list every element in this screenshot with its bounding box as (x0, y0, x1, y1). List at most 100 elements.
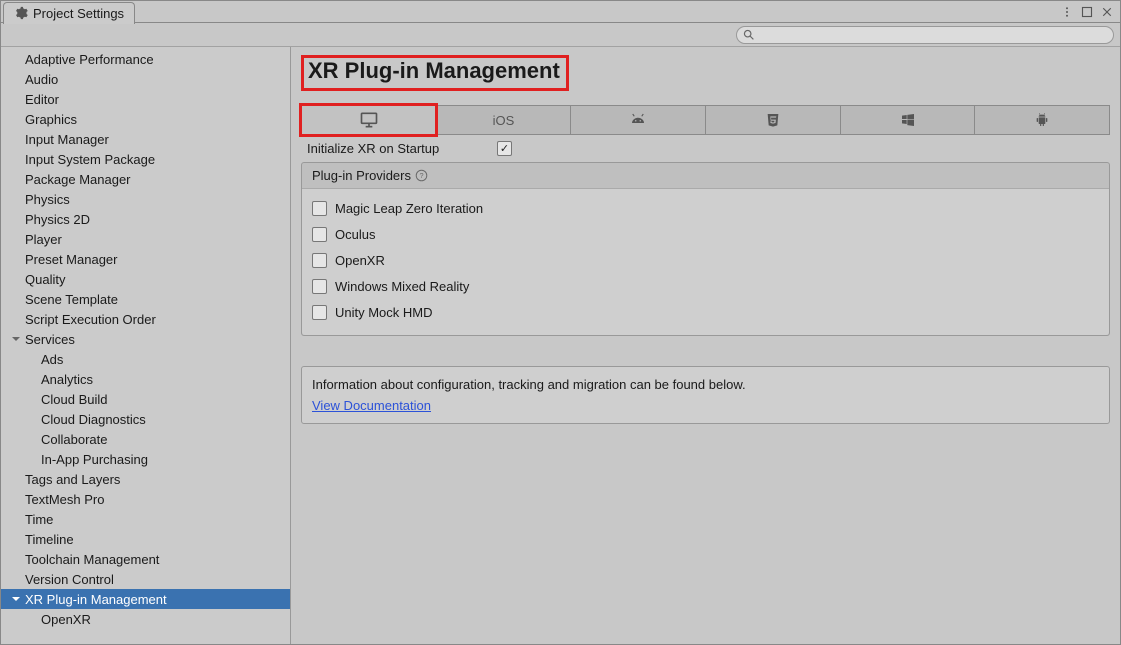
sidebar-item-editor[interactable]: Editor (1, 89, 290, 109)
sidebar-item-in-app-purchasing[interactable]: In-App Purchasing (1, 449, 290, 469)
footer-info: Information about configuration, trackin… (312, 377, 1099, 392)
sidebar-item-label: Ads (41, 352, 63, 367)
search-icon (742, 28, 755, 41)
window-controls (1060, 5, 1120, 19)
windows-icon (900, 112, 916, 128)
maximize-icon[interactable] (1080, 5, 1094, 19)
provider-label: Oculus (335, 227, 375, 242)
sidebar-item-scene-template[interactable]: Scene Template (1, 289, 290, 309)
sidebar-item-physics-2d[interactable]: Physics 2D (1, 209, 290, 229)
sidebar-item-label: Physics 2D (25, 212, 90, 227)
sidebar-item-label: Adaptive Performance (25, 52, 154, 67)
sidebar-item-collaborate[interactable]: Collaborate (1, 429, 290, 449)
initialize-checkbox[interactable]: ✓ (497, 141, 512, 156)
sidebar-item-openxr[interactable]: OpenXR (1, 609, 290, 629)
sidebar-item-analytics[interactable]: Analytics (1, 369, 290, 389)
platform-tab-windows[interactable] (840, 105, 975, 135)
sidebar-item-ads[interactable]: Ads (1, 349, 290, 369)
window-title: Project Settings (33, 6, 124, 21)
provider-item-openxr: OpenXR (312, 247, 1099, 273)
sidebar-item-label: Graphics (25, 112, 77, 127)
help-icon[interactable]: ? (415, 169, 428, 182)
ios-icon: iOS (493, 113, 515, 128)
gear-icon (14, 6, 28, 20)
sidebar-item-label: OpenXR (41, 612, 91, 627)
searchbar (1, 23, 1120, 47)
android-face-icon (629, 111, 647, 129)
platform-tab-android[interactable] (974, 105, 1110, 135)
sidebar-item-services[interactable]: Services (1, 329, 290, 349)
provider-checkbox[interactable] (312, 305, 327, 320)
platform-tabs: iOS (301, 105, 1110, 135)
html5-icon (765, 112, 781, 128)
sidebar-item-version-control[interactable]: Version Control (1, 569, 290, 589)
sidebar-item-script-execution-order[interactable]: Script Execution Order (1, 309, 290, 329)
platform-tab-ios[interactable]: iOS (436, 105, 571, 135)
sidebar-item-toolchain-management[interactable]: Toolchain Management (1, 549, 290, 569)
sidebar-item-textmesh-pro[interactable]: TextMesh Pro (1, 489, 290, 509)
platform-tab-html5[interactable] (705, 105, 840, 135)
provider-checkbox[interactable] (312, 253, 327, 268)
provider-checkbox[interactable] (312, 279, 327, 294)
sidebar-item-quality[interactable]: Quality (1, 269, 290, 289)
sidebar-item-cloud-diagnostics[interactable]: Cloud Diagnostics (1, 409, 290, 429)
sidebar-item-label: Scene Template (25, 292, 118, 307)
providers-list: Magic Leap Zero Iteration Oculus OpenXR Win… (302, 188, 1109, 335)
provider-label: Magic Leap Zero Iteration (335, 201, 483, 216)
sidebar-item-label: In-App Purchasing (41, 452, 148, 467)
heading-highlight: XR Plug-in Management (301, 55, 569, 91)
titlebar: Project Settings (1, 1, 1120, 23)
sidebar[interactable]: Adaptive Performance AudioEditor Graphics I… (1, 47, 291, 644)
sidebar-item-xr-plug-in-management[interactable]: XR Plug-in Management (1, 589, 290, 609)
project-settings-window: Project Settings Adaptive Performance Aud… (0, 0, 1121, 645)
sidebar-item-label: Package Manager (25, 172, 131, 187)
sidebar-item-label: TextMesh Pro (25, 492, 104, 507)
providers-panel: Plug-in Providers ? Magic Leap Zero Iter… (301, 162, 1110, 336)
sidebar-item-input-manager[interactable]: Input Manager (1, 129, 290, 149)
svg-text:?: ? (419, 171, 423, 180)
provider-item-oculus: Oculus (312, 221, 1099, 247)
provider-item-windows-mixed-reality: Windows Mixed Reality (312, 273, 1099, 299)
provider-item-magic-leap-zero-iteration: Magic Leap Zero Iteration (312, 195, 1099, 221)
sidebar-item-input-system-package[interactable]: Input System Package (1, 149, 290, 169)
provider-label: OpenXR (335, 253, 385, 268)
sidebar-item-label: Toolchain Management (25, 552, 159, 567)
sidebar-item-audio[interactable]: Audio (1, 69, 290, 89)
sidebar-item-label: Preset Manager (25, 252, 118, 267)
chevron-down-icon (11, 594, 23, 604)
sidebar-item-label: Version Control (25, 572, 114, 587)
close-icon[interactable] (1100, 5, 1114, 19)
sidebar-item-label: Player (25, 232, 62, 247)
kebab-menu-icon[interactable] (1060, 5, 1074, 19)
platform-tab-android-face[interactable] (570, 105, 705, 135)
sidebar-item-package-manager[interactable]: Package Manager (1, 169, 290, 189)
android-icon (1034, 112, 1050, 128)
sidebar-item-time[interactable]: Time (1, 509, 290, 529)
sidebar-item-adaptive-performance[interactable]: Adaptive Performance (1, 49, 290, 69)
sidebar-item-tags-and-layers[interactable]: Tags and Layers (1, 469, 290, 489)
provider-label: Unity Mock HMD (335, 305, 433, 320)
content-area: XR Plug-in Management iOS Initialize XR … (291, 47, 1120, 644)
provider-item-unity-mock-hmd: Unity Mock HMD (312, 299, 1099, 325)
sidebar-item-label: Physics (25, 192, 70, 207)
window-tab[interactable]: Project Settings (3, 2, 135, 24)
sidebar-item-label: Cloud Build (41, 392, 108, 407)
provider-checkbox[interactable] (312, 201, 327, 216)
sidebar-item-physics[interactable]: Physics (1, 189, 290, 209)
sidebar-item-label: Script Execution Order (25, 312, 156, 327)
platform-tab-monitor[interactable] (301, 105, 436, 135)
sidebar-item-label: Services (25, 332, 75, 347)
initialize-row: Initialize XR on Startup ✓ (301, 141, 1110, 156)
provider-checkbox[interactable] (312, 227, 327, 242)
sidebar-item-player[interactable]: Player (1, 229, 290, 249)
sidebar-item-label: Cloud Diagnostics (41, 412, 146, 427)
sidebar-item-preset-manager[interactable]: Preset Manager (1, 249, 290, 269)
monitor-icon (359, 110, 379, 130)
search-input[interactable] (736, 26, 1114, 44)
view-documentation-link[interactable]: View Documentation (312, 398, 431, 413)
sidebar-item-timeline[interactable]: Timeline (1, 529, 290, 549)
sidebar-item-graphics[interactable]: Graphics (1, 109, 290, 129)
sidebar-item-label: Timeline (25, 532, 74, 547)
sidebar-item-cloud-build[interactable]: Cloud Build (1, 389, 290, 409)
provider-label: Windows Mixed Reality (335, 279, 469, 294)
